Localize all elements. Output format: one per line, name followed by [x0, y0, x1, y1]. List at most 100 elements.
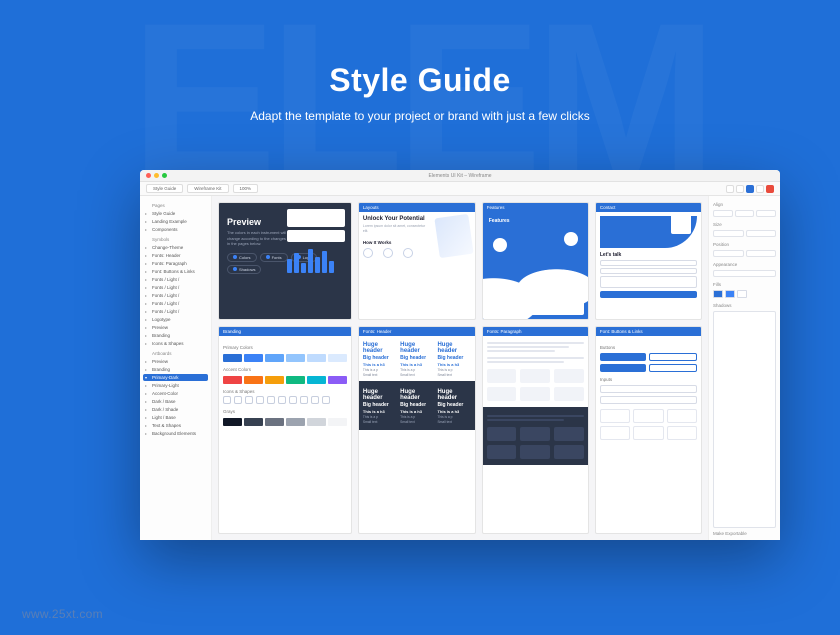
sidebar-item[interactable]: Components	[143, 226, 208, 233]
color-swatch[interactable]	[307, 354, 326, 362]
artboard-typography[interactable]: Fonts: Header Huge headerBig headerThis …	[358, 326, 476, 534]
text-input[interactable]	[600, 396, 697, 404]
submit-button[interactable]	[600, 291, 697, 298]
text-input[interactable]	[600, 385, 697, 393]
type-column: Huge headerBig headerThis is a h3This is…	[400, 342, 433, 377]
color-swatch[interactable]	[223, 418, 242, 426]
width-field[interactable]	[713, 230, 744, 237]
artboard-preview[interactable]: Preview The colors in each instrument wi…	[218, 202, 352, 320]
email-field[interactable]	[600, 268, 697, 274]
canvas[interactable]: Preview The colors in each instrument wi…	[212, 196, 708, 540]
house-icon	[671, 214, 691, 234]
color-swatch[interactable]	[223, 376, 242, 384]
align-control[interactable]	[713, 210, 733, 217]
artboard-contact[interactable]: Contact Let's talk	[595, 202, 702, 320]
sidebar-item[interactable]: Branding	[143, 366, 208, 373]
artboard-branding[interactable]: Branding Primary Colors Accent Colors Ic…	[218, 326, 352, 534]
hero-headline: Unlock Your Potential	[363, 216, 431, 222]
artboard-features[interactable]: Features Features	[482, 202, 589, 320]
color-swatch[interactable]	[307, 376, 326, 384]
artboard-hero[interactable]: Layouts Unlock Your Potential Lorem ipsu…	[358, 202, 476, 320]
tool-icon[interactable]	[746, 185, 754, 193]
artboard-paragraph[interactable]: Fonts: Paragraph	[482, 326, 589, 534]
color-swatch[interactable]	[244, 376, 263, 384]
zoom-icon[interactable]	[162, 173, 167, 178]
name-field[interactable]	[600, 260, 697, 266]
sidebar-item[interactable]: Fonts / Light /	[143, 292, 208, 299]
shape-icon	[322, 396, 330, 404]
color-swatch[interactable]	[265, 354, 284, 362]
bar-icon	[287, 259, 292, 273]
color-swatch[interactable]	[265, 376, 284, 384]
tool-icon[interactable]	[766, 185, 774, 193]
color-swatch[interactable]	[286, 376, 305, 384]
primary-button[interactable]	[600, 364, 646, 372]
minimize-icon[interactable]	[154, 173, 159, 178]
sidebar-item[interactable]: Primary-Light	[143, 382, 208, 389]
color-swatch[interactable]	[328, 354, 347, 362]
sidebar-item[interactable]: Fonts / Light /	[143, 276, 208, 283]
titlebar: Elements UI Kit – Wireframe	[140, 170, 780, 182]
inspector-panel: Align Size Position Appearance Fills Sha…	[708, 196, 780, 540]
sidebar-item[interactable]: Preview	[143, 358, 208, 365]
export-label[interactable]: Make Exportable	[713, 531, 776, 536]
sidebar-item[interactable]: Landing Example	[143, 218, 208, 225]
shape-icon	[289, 396, 297, 404]
sidebar-item[interactable]: Fonts / Light /	[143, 308, 208, 315]
sidebar-item[interactable]: Style Guide	[143, 210, 208, 217]
y-field[interactable]	[746, 250, 777, 257]
primary-button[interactable]	[600, 353, 646, 361]
color-swatch[interactable]	[244, 354, 263, 362]
sidebar-item[interactable]: Fonts / Light /	[143, 284, 208, 291]
message-field[interactable]	[600, 276, 697, 288]
sidebar-item[interactable]: Accent-Color	[143, 390, 208, 397]
tool-icon[interactable]	[726, 185, 734, 193]
color-swatch[interactable]	[307, 418, 326, 426]
layers-sidebar[interactable]: PagesStyle GuideLanding ExampleComponent…	[140, 196, 212, 540]
branding-sub: Primary Colors	[223, 345, 347, 350]
sidebar-item[interactable]: Fonts: Paragraph	[143, 260, 208, 267]
sidebar-item[interactable]: Background Elements	[143, 430, 208, 437]
color-swatch[interactable]	[286, 418, 305, 426]
sidebar-item[interactable]: Fonts: Header	[143, 252, 208, 259]
sidebar-item[interactable]: Logotype	[143, 316, 208, 323]
toolbar-tab-wireframe[interactable]: Wireframe Kit	[187, 184, 228, 193]
artboard-label: Branding	[219, 327, 351, 336]
color-swatch[interactable]	[223, 354, 242, 362]
color-swatch[interactable]	[244, 418, 263, 426]
fill-swatch[interactable]	[737, 290, 747, 298]
sidebar-item[interactable]: Dark / Shade	[143, 406, 208, 413]
color-swatch[interactable]	[265, 418, 284, 426]
tool-icon[interactable]	[736, 185, 744, 193]
sidebar-item[interactable]: Fonts / Light /	[143, 300, 208, 307]
fill-swatch[interactable]	[725, 290, 735, 298]
height-field[interactable]	[746, 230, 777, 237]
tool-icon[interactable]	[756, 185, 764, 193]
color-swatch[interactable]	[328, 418, 347, 426]
close-icon[interactable]	[146, 173, 151, 178]
sidebar-item[interactable]: Font: Buttons & Links	[143, 268, 208, 275]
sidebar-item[interactable]: Preview	[143, 324, 208, 331]
opacity-field[interactable]	[713, 270, 776, 277]
sidebar-item[interactable]: Primary-Dark	[143, 374, 208, 381]
x-field[interactable]	[713, 250, 744, 257]
sidebar-item[interactable]: Light / Base	[143, 414, 208, 421]
sidebar-item[interactable]: Change-Theme	[143, 244, 208, 251]
inspector-heading: Shadows	[713, 303, 776, 308]
toolbar-tab-styleguide[interactable]: Style Guide	[146, 184, 183, 193]
hero-illustration	[434, 214, 473, 258]
align-control[interactable]	[735, 210, 755, 217]
color-swatch[interactable]	[286, 354, 305, 362]
artboard-buttons[interactable]: Font: Buttons & Links Buttons Inputs	[595, 326, 702, 534]
sidebar-item[interactable]: Icons & Shapes	[143, 340, 208, 347]
fill-swatch[interactable]	[713, 290, 723, 298]
secondary-button[interactable]	[649, 364, 697, 372]
shadow-field[interactable]	[713, 311, 776, 528]
sidebar-item[interactable]: Branding	[143, 332, 208, 339]
toolbar-zoom[interactable]: 100%	[233, 184, 259, 193]
color-swatch[interactable]	[328, 376, 347, 384]
sidebar-item[interactable]: Text & Shapes	[143, 422, 208, 429]
align-control[interactable]	[756, 210, 776, 217]
sidebar-item[interactable]: Dark / Base	[143, 398, 208, 405]
secondary-button[interactable]	[649, 353, 697, 361]
